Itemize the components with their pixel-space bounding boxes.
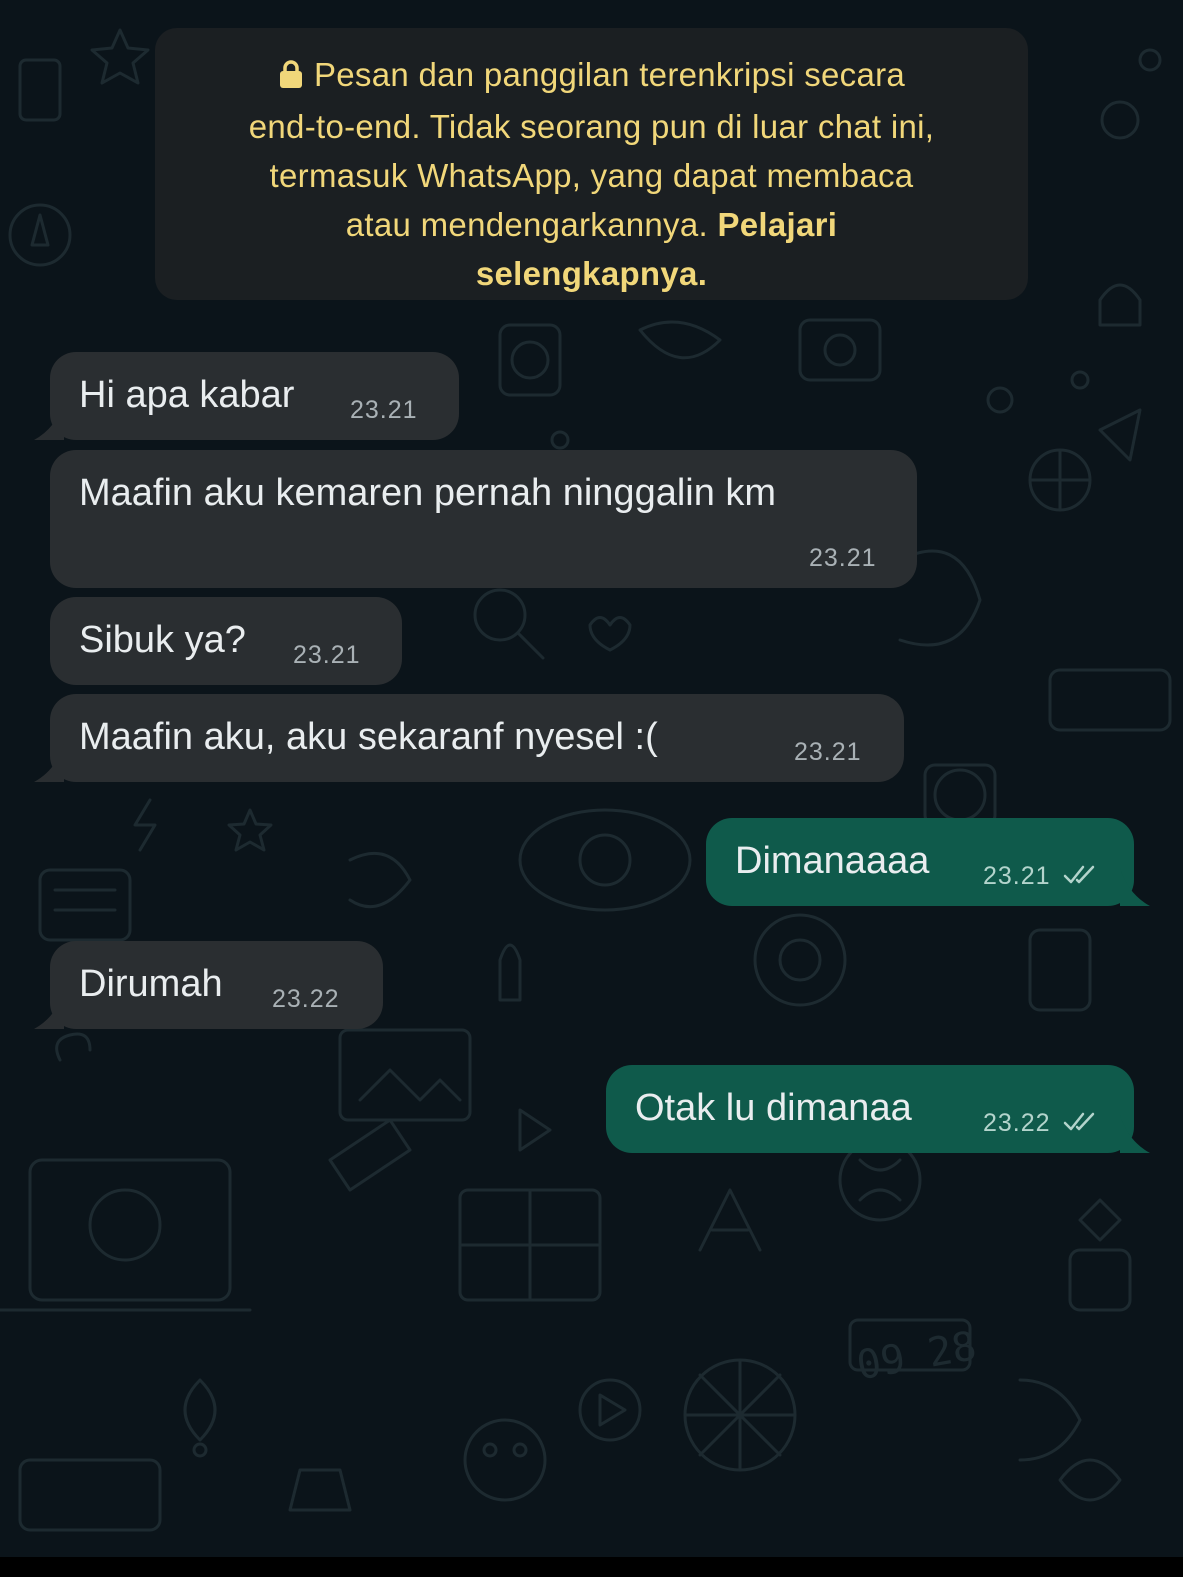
notice-text-line-1: Pesan dan panggilan terenkripsi secara bbox=[313, 56, 906, 93]
encryption-notice[interactable]: Pesan dan panggilan terenkripsi secara e… bbox=[155, 28, 1028, 300]
bottom-edge-bar bbox=[0, 1557, 1183, 1577]
message-text: Dimanaaaa bbox=[735, 840, 930, 882]
message-text: Dirumah bbox=[79, 963, 223, 1005]
lock-icon bbox=[278, 53, 304, 102]
bubble-tail bbox=[34, 991, 64, 1029]
message-text: Otak lu dimanaa bbox=[635, 1087, 912, 1129]
bubble-tail bbox=[1120, 1115, 1150, 1153]
message-time: 23.21 bbox=[983, 862, 1051, 890]
notice-text-line-2: end-to-end. Tidak seorang pun di luar ch… bbox=[248, 108, 935, 145]
notice-line-4: atau mendengarkannya. Pelajari bbox=[185, 200, 998, 249]
message-time: 23.21 bbox=[809, 544, 877, 572]
message-time: 23.22 bbox=[983, 1109, 1051, 1137]
notice-line-1: Pesan dan panggilan terenkripsi secara bbox=[185, 50, 998, 102]
incoming-message[interactable]: Sibuk ya? 23.21 bbox=[50, 597, 402, 685]
learn-more-link-continued[interactable]: selengkapnya. bbox=[185, 249, 998, 298]
chat-window: 09 28 Pesan dan panggilan terenkripsi se… bbox=[0, 0, 1183, 1577]
message-text: Hi apa kabar bbox=[79, 374, 295, 416]
notice-text-line-4: atau mendengarkannya. bbox=[345, 206, 708, 243]
message-time: 23.22 bbox=[272, 985, 340, 1013]
message-text: Maafin aku, aku sekaranf nyesel :( bbox=[79, 716, 658, 758]
svg-text:09 28: 09 28 bbox=[853, 1323, 980, 1389]
incoming-message[interactable]: Dirumah 23.22 bbox=[34, 941, 383, 1029]
bubble-tail bbox=[1120, 868, 1150, 906]
double-check-icon bbox=[1063, 1112, 1095, 1131]
incoming-message[interactable]: Hi apa kabar 23.21 bbox=[34, 352, 459, 440]
message-text: Sibuk ya? bbox=[79, 619, 246, 661]
message-time: 23.21 bbox=[293, 641, 361, 669]
bubble-tail bbox=[34, 744, 64, 782]
message-text: Maafin aku kemaren pernah ninggalin km bbox=[79, 472, 777, 514]
outgoing-message[interactable]: Otak lu dimanaa 23.22 bbox=[606, 1065, 1150, 1153]
notice-text-line-3: termasuk WhatsApp, yang dapat membaca bbox=[269, 157, 914, 194]
incoming-message[interactable]: Maafin aku, aku sekaranf nyesel :( 23.21 bbox=[34, 694, 904, 782]
double-check-icon bbox=[1063, 865, 1095, 884]
outgoing-message[interactable]: Dimanaaaa 23.21 bbox=[706, 818, 1150, 906]
message-time: 23.21 bbox=[350, 396, 418, 424]
incoming-message[interactable]: Maafin aku kemaren pernah ninggalin km 2… bbox=[50, 450, 917, 588]
message-time: 23.21 bbox=[794, 738, 862, 766]
learn-more-link[interactable]: Pelajari bbox=[717, 206, 837, 243]
bubble-tail bbox=[34, 402, 64, 440]
